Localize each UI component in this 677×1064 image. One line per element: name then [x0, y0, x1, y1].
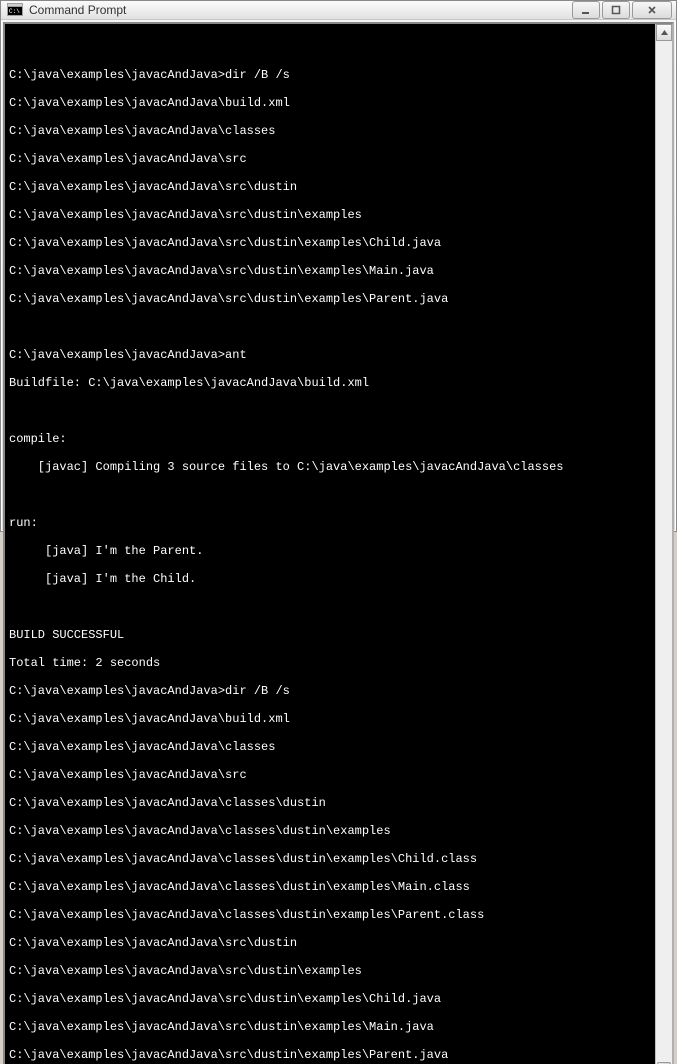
window-title: Command Prompt [29, 3, 572, 17]
prompt-line: C:\java\examples\javacAndJava>ant [9, 348, 651, 362]
prompt-line: C:\java\examples\javacAndJava>dir /B /s [9, 684, 651, 698]
output-line: BUILD SUCCESSFUL [9, 628, 651, 642]
command-prompt-window: C:\ Command Prompt C:\java\examples\java… [0, 0, 677, 532]
output-line: run: [9, 516, 651, 530]
output-line: C:\java\examples\javacAndJava\src\dustin… [9, 208, 651, 222]
output-line: C:\java\examples\javacAndJava\classes\du… [9, 880, 651, 894]
output-line: C:\java\examples\javacAndJava\src [9, 768, 651, 782]
output-line: [java] I'm the Parent. [9, 544, 651, 558]
output-line: compile: [9, 432, 651, 446]
output-line: [java] I'm the Child. [9, 572, 651, 586]
maximize-button[interactable] [602, 1, 630, 19]
output-line: C:\java\examples\javacAndJava\src\dustin… [9, 1020, 651, 1034]
scrollbar-thumb[interactable] [657, 1062, 671, 1064]
output-line: C:\java\examples\javacAndJava\classes\du… [9, 824, 651, 838]
titlebar[interactable]: C:\ Command Prompt [1, 1, 676, 20]
output-line: C:\java\examples\javacAndJava\src\dustin… [9, 236, 651, 250]
output-line: C:\java\examples\javacAndJava\classes [9, 740, 651, 754]
output-line: C:\java\examples\javacAndJava\src\dustin [9, 180, 651, 194]
vertical-scrollbar[interactable] [655, 24, 672, 1064]
output-line: C:\java\examples\javacAndJava\src\dustin… [9, 264, 651, 278]
console-output[interactable]: C:\java\examples\javacAndJava>dir /B /s … [5, 24, 655, 1064]
output-line: C:\java\examples\javacAndJava\build.xml [9, 96, 651, 110]
scrollbar-track[interactable] [656, 41, 672, 1064]
svg-text:C:\: C:\ [9, 8, 20, 15]
minimize-button[interactable] [572, 1, 600, 19]
window-controls [572, 1, 672, 19]
close-button[interactable] [632, 1, 672, 19]
output-line: C:\java\examples\javacAndJava\build.xml [9, 712, 651, 726]
output-line: C:\java\examples\javacAndJava\classes\du… [9, 796, 651, 810]
prompt-line: C:\java\examples\javacAndJava>dir /B /s [9, 68, 651, 82]
output-line: C:\java\examples\javacAndJava\src [9, 152, 651, 166]
output-line: C:\java\examples\javacAndJava\classes\du… [9, 908, 651, 922]
output-line: C:\java\examples\javacAndJava\src\dustin [9, 936, 651, 950]
output-line: C:\java\examples\javacAndJava\classes [9, 124, 651, 138]
output-line: Total time: 2 seconds [9, 656, 651, 670]
output-line: C:\java\examples\javacAndJava\src\dustin… [9, 964, 651, 978]
output-line: C:\java\examples\javacAndJava\src\dustin… [9, 292, 651, 306]
output-line: C:\java\examples\javacAndJava\classes\du… [9, 852, 651, 866]
cmd-icon: C:\ [7, 2, 23, 18]
scroll-up-button[interactable] [656, 24, 672, 41]
output-line: C:\java\examples\javacAndJava\src\dustin… [9, 1048, 651, 1062]
output-line: C:\java\examples\javacAndJava\src\dustin… [9, 992, 651, 1006]
output-line: [javac] Compiling 3 source files to C:\j… [9, 460, 651, 474]
console-client-area: C:\java\examples\javacAndJava>dir /B /s … [3, 22, 674, 1064]
output-line: Buildfile: C:\java\examples\javacAndJava… [9, 376, 651, 390]
